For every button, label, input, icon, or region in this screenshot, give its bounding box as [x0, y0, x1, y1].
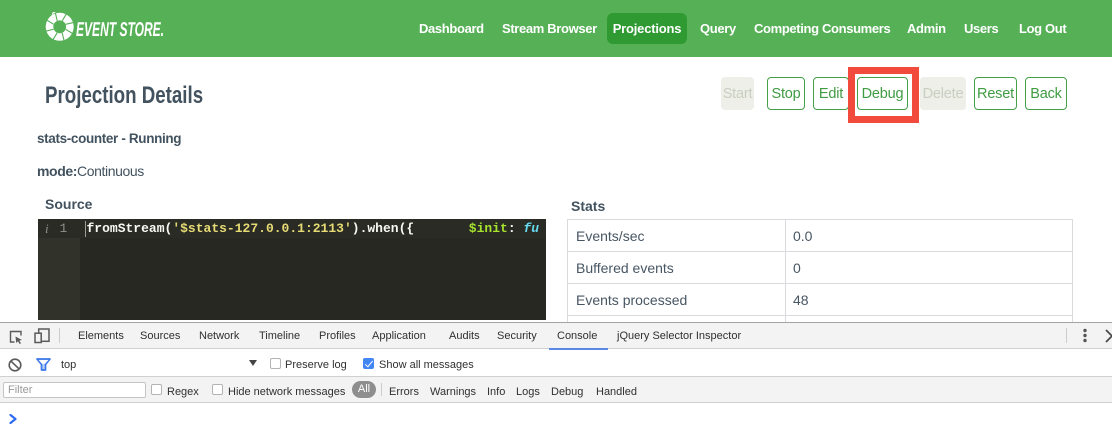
svg-text:EVENT STORE.: EVENT STORE. [76, 19, 164, 41]
